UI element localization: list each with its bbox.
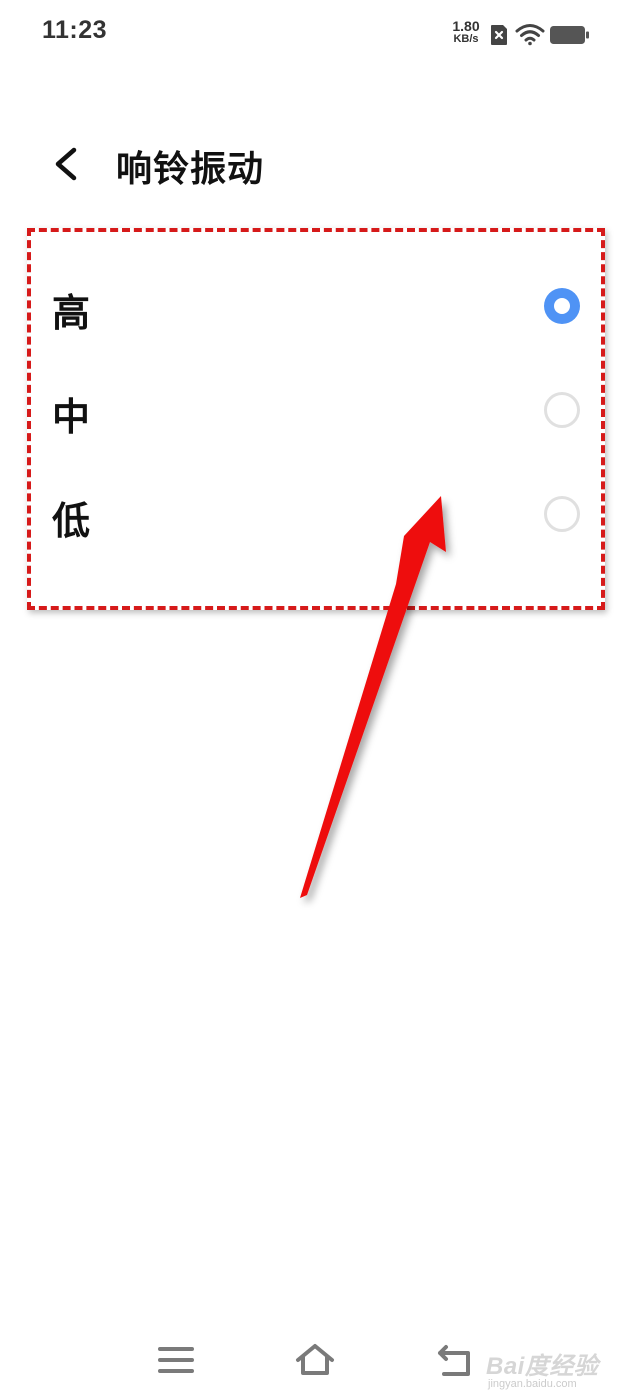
menu-icon[interactable]	[156, 1340, 196, 1380]
network-speed-value: 1.80	[452, 18, 480, 34]
battery-icon	[550, 26, 589, 44]
back-icon[interactable]	[436, 1340, 476, 1380]
chevron-left-icon	[55, 147, 77, 181]
status-bar: 11:23 1.80 KB/s	[0, 0, 630, 70]
baidu-jingyan-watermark: Bai度经验 jingyan.baidu.com	[478, 1332, 618, 1396]
status-time: 11:23	[42, 16, 108, 44]
wifi-icon	[515, 24, 545, 46]
home-icon[interactable]	[295, 1340, 335, 1380]
back-button[interactable]	[44, 140, 88, 188]
watermark-url: jingyan.baidu.com	[488, 1378, 577, 1390]
annotation-arrow	[300, 496, 446, 898]
network-speed: 1.80 KB/s	[446, 18, 486, 46]
annotation-highlight-box	[27, 228, 605, 610]
sim-disabled-icon	[491, 25, 507, 45]
watermark-text: Bai度经验	[486, 1353, 599, 1380]
page-title: 响铃振动	[116, 149, 265, 190]
network-speed-unit: KB/s	[453, 33, 479, 45]
